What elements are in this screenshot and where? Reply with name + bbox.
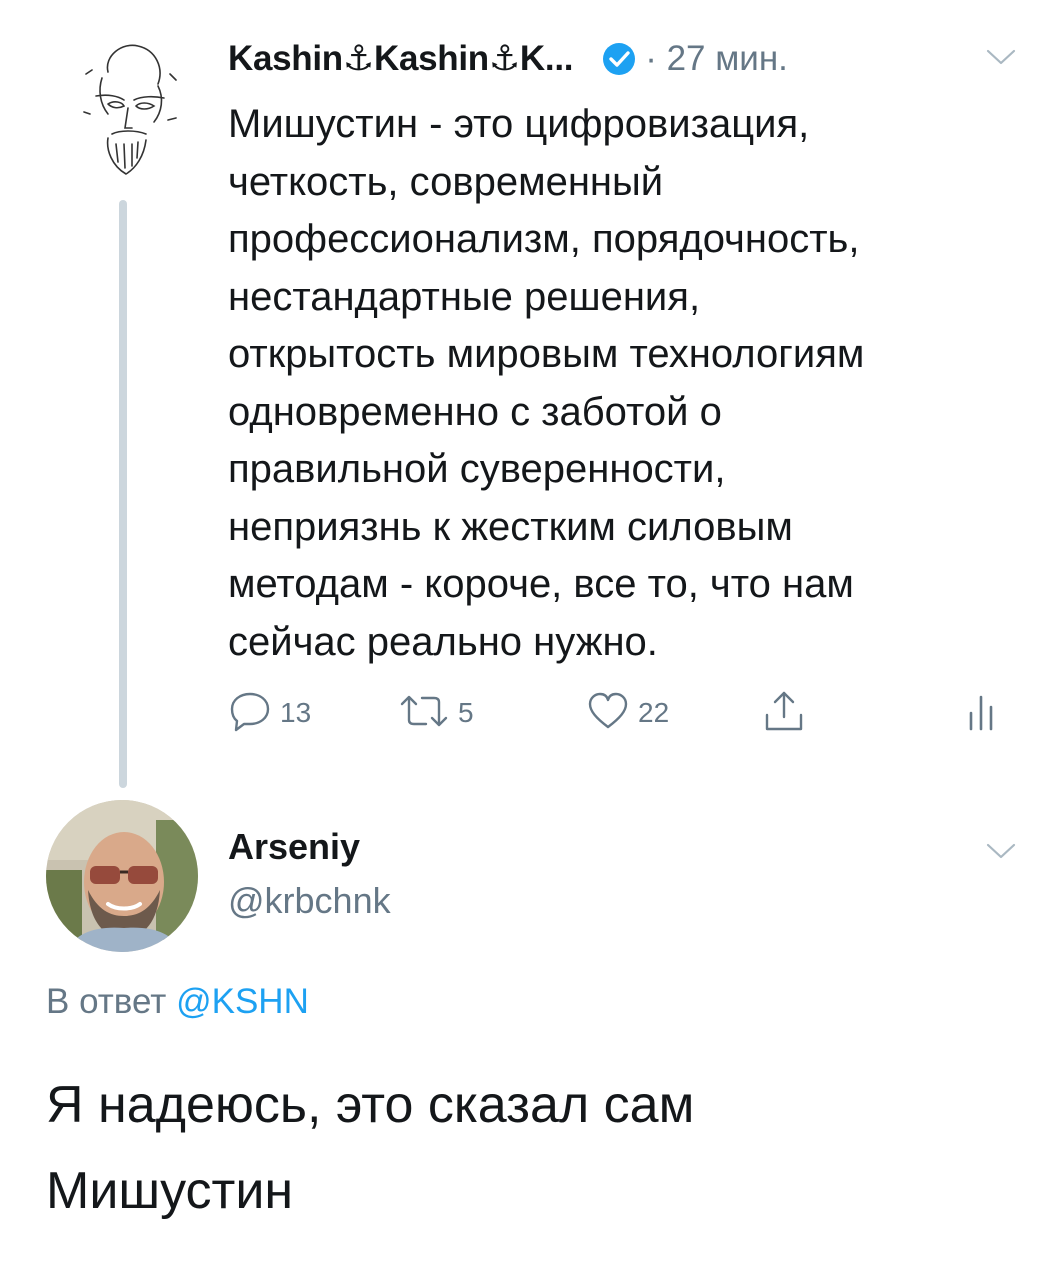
reply-count: 13 — [280, 697, 312, 728]
tweet-timestamp[interactable]: · 27 мин. — [645, 39, 788, 79]
tweet-text: Мишустин - это цифровизация, четкость, с… — [228, 102, 865, 664]
analytics-icon — [966, 691, 996, 736]
chevron-down-icon[interactable] — [986, 842, 1016, 860]
retweet-button[interactable]: 5 — [398, 688, 474, 738]
share-icon — [762, 689, 806, 738]
retweet-icon — [398, 692, 450, 735]
chevron-down-icon[interactable] — [986, 48, 1016, 66]
like-button[interactable]: 22 — [586, 688, 669, 738]
author-display-name[interactable]: Kashin⚓Kashin⚓K... — [228, 39, 573, 79]
verified-badge-icon — [601, 41, 637, 77]
author-handle[interactable]: @krbchnk — [228, 880, 391, 922]
tweet-header: Kashin⚓Kashin⚓K... · 27 мин. — [228, 34, 788, 84]
avatar-kashin[interactable] — [78, 34, 178, 184]
analytics-button[interactable] — [966, 688, 996, 738]
tweet-text: Я надеюсь, это сказал сам Мишустин — [46, 1076, 695, 1220]
reply-to-prefix: В ответ — [46, 982, 167, 1021]
reply-icon — [228, 690, 272, 737]
reply-button[interactable]: 13 — [228, 688, 311, 738]
avatar-arseniy[interactable] — [46, 800, 198, 952]
thread-connector-line — [119, 200, 127, 788]
retweet-count: 5 — [458, 697, 474, 728]
share-button[interactable] — [762, 688, 806, 738]
reply-context: В ответ @KSHN — [46, 982, 309, 1022]
like-icon — [586, 691, 630, 736]
like-count: 22 — [638, 697, 670, 728]
author-display-name[interactable]: Arseniy — [228, 826, 360, 868]
reply-to-mention-link[interactable]: @KSHN — [176, 982, 309, 1021]
